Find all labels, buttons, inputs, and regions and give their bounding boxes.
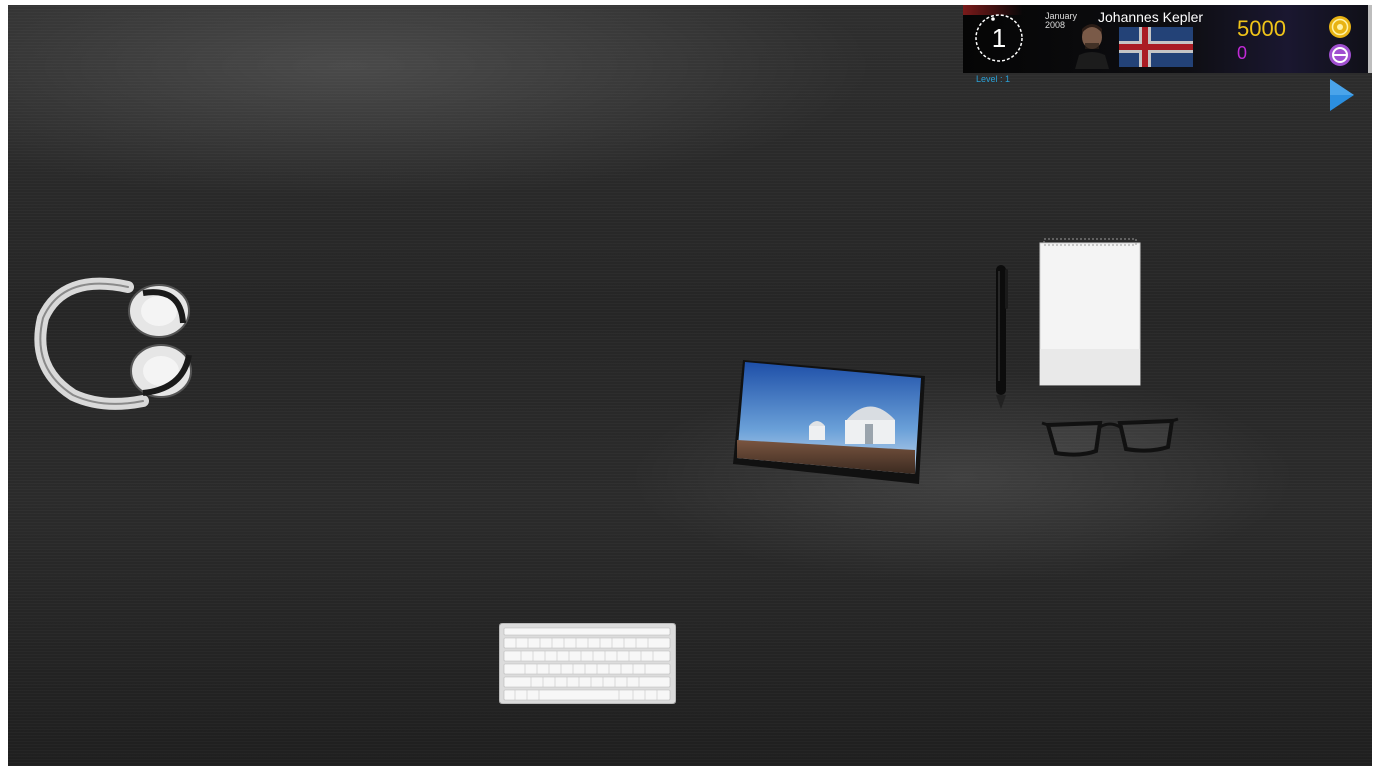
level-label: Level : 1 <box>976 74 1011 84</box>
turn-number: 1 <box>991 23 1007 53</box>
next-turn-button[interactable] <box>1328 77 1356 113</box>
iceland-flag <box>1119 27 1193 67</box>
hud-panel: 1 January 2008 Johannes Kepler 5000 0 <box>963 5 1372 73</box>
player-portrait <box>1075 19 1109 69</box>
observatory-photo[interactable] <box>733 360 929 484</box>
turn-clock: 1 <box>973 9 1025 67</box>
player-name: Johannes Kepler <box>1098 9 1204 25</box>
glasses[interactable] <box>1040 411 1180 461</box>
gems-value: 0 <box>1237 43 1248 63</box>
notepad[interactable] <box>1038 237 1142 387</box>
coin-icon <box>1328 15 1352 39</box>
headphones[interactable] <box>33 273 198 415</box>
desk-surface: 1 January 2008 Johannes Kepler 5000 0 Le… <box>8 5 1372 766</box>
coins-value: 5000 <box>1237 16 1286 41</box>
date-year: 2008 <box>1045 20 1066 30</box>
gem-icon <box>1328 43 1352 67</box>
pen[interactable] <box>991 261 1011 411</box>
play-arrow-icon <box>1330 79 1354 111</box>
keyboard[interactable] <box>498 622 677 705</box>
